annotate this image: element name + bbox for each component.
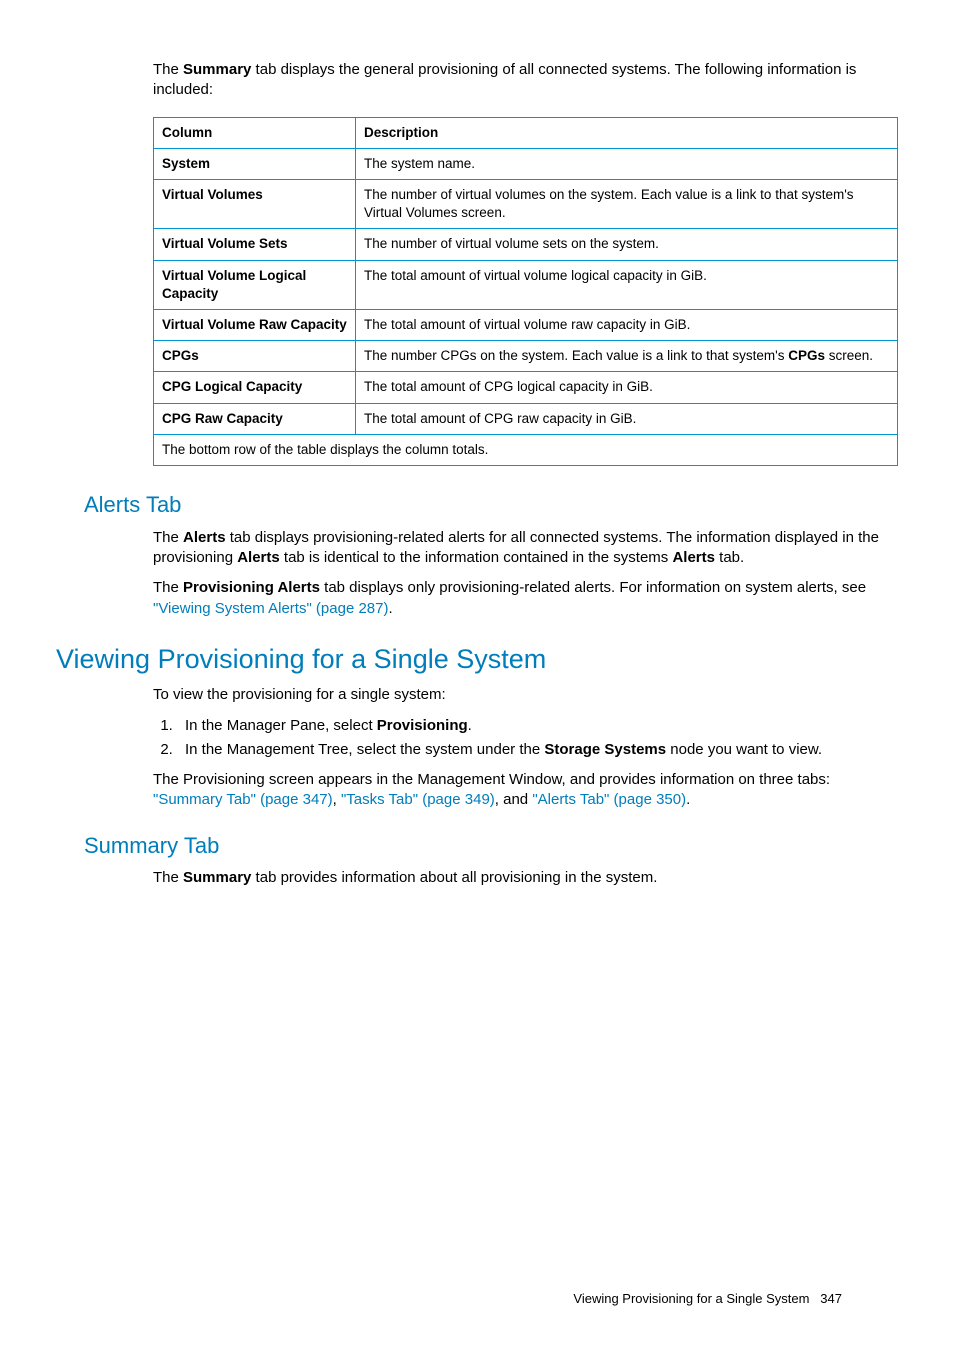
- column-name-cell: Virtual Volume Raw Capacity: [154, 310, 356, 341]
- table-row: CPGsThe number CPGs on the system. Each …: [154, 341, 898, 372]
- table-row: CPG Logical CapacityThe total amount of …: [154, 372, 898, 403]
- alerts-paragraph-1: The Alerts tab displays provisioning-rel…: [153, 528, 898, 569]
- list-item: In the Manager Pane, select Provisioning…: [177, 716, 898, 736]
- column-desc-cell: The system name.: [356, 148, 898, 179]
- heading-viewing-single-system: Viewing Provisioning for a Single System: [56, 641, 898, 677]
- alerts-paragraph-2: The Provisioning Alerts tab displays onl…: [153, 578, 898, 619]
- table-row: CPG Raw CapacityThe total amount of CPG …: [154, 403, 898, 434]
- column-name-cell: CPG Raw Capacity: [154, 403, 356, 434]
- viewing-intro: To view the provisioning for a single sy…: [153, 685, 898, 705]
- column-desc-cell: The number of virtual volume sets on the…: [356, 229, 898, 260]
- column-name-cell: Virtual Volumes: [154, 179, 356, 228]
- link-viewing-system-alerts[interactable]: "Viewing System Alerts" (page 287): [153, 600, 389, 617]
- table-row: Virtual Volume Logical CapacityThe total…: [154, 260, 898, 309]
- table-row: Virtual Volume SetsThe number of virtual…: [154, 229, 898, 260]
- column-desc-cell: The total amount of CPG raw capacity in …: [356, 403, 898, 434]
- column-name-cell: Virtual Volume Sets: [154, 229, 356, 260]
- summary-intro: The Summary tab displays the general pro…: [153, 60, 898, 101]
- page-footer: Viewing Provisioning for a Single System…: [573, 1290, 842, 1308]
- footer-page: 347: [820, 1291, 842, 1306]
- th-description: Description: [356, 117, 898, 148]
- link-alerts-tab[interactable]: "Alerts Tab" (page 350): [532, 791, 686, 808]
- heading-alerts-tab: Alerts Tab: [84, 490, 898, 520]
- footer-title: Viewing Provisioning for a Single System: [573, 1291, 809, 1306]
- column-desc-cell: The number of virtual volumes on the sys…: [356, 179, 898, 228]
- column-desc-cell: The total amount of CPG logical capacity…: [356, 372, 898, 403]
- column-desc-cell: The total amount of virtual volume logic…: [356, 260, 898, 309]
- viewing-tabs-paragraph: The Provisioning screen appears in the M…: [153, 770, 898, 811]
- table-row: Virtual Volume Raw CapacityThe total amo…: [154, 310, 898, 341]
- column-desc-cell: The number CPGs on the system. Each valu…: [356, 341, 898, 372]
- list-item: In the Management Tree, select the syste…: [177, 740, 898, 760]
- heading-summary-tab: Summary Tab: [84, 831, 898, 861]
- table-footer-row: The bottom row of the table displays the…: [154, 434, 898, 465]
- columns-table: Column Description SystemThe system name…: [153, 117, 898, 467]
- link-tasks-tab[interactable]: "Tasks Tab" (page 349): [341, 791, 495, 808]
- th-column: Column: [154, 117, 356, 148]
- summary-tab-paragraph: The Summary tab provides information abo…: [153, 868, 898, 888]
- table-row: Virtual VolumesThe number of virtual vol…: [154, 179, 898, 228]
- column-desc-cell: The total amount of virtual volume raw c…: [356, 310, 898, 341]
- table-header-row: Column Description: [154, 117, 898, 148]
- column-name-cell: CPGs: [154, 341, 356, 372]
- link-summary-tab[interactable]: "Summary Tab" (page 347): [153, 791, 333, 808]
- column-name-cell: Virtual Volume Logical Capacity: [154, 260, 356, 309]
- table-row: SystemThe system name.: [154, 148, 898, 179]
- column-name-cell: CPG Logical Capacity: [154, 372, 356, 403]
- steps-list: In the Manager Pane, select Provisioning…: [153, 716, 898, 761]
- table-footer-cell: The bottom row of the table displays the…: [154, 434, 898, 465]
- column-name-cell: System: [154, 148, 356, 179]
